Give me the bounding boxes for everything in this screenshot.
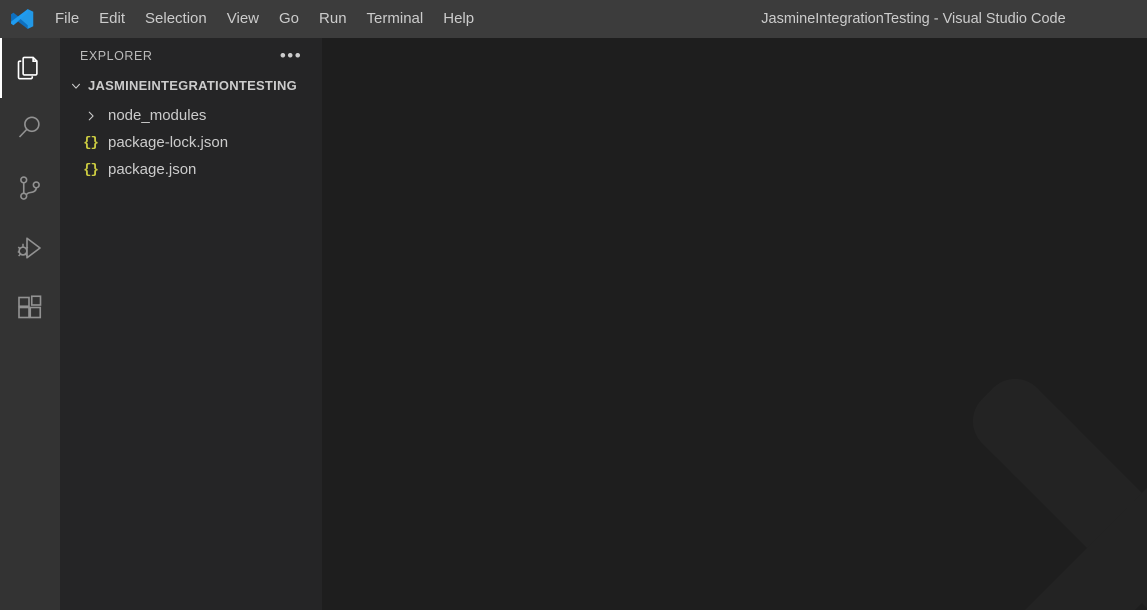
- tree-item-label: package-lock.json: [108, 134, 228, 151]
- explorer-folder-root[interactable]: JASMINEINTEGRATIONTESTING: [60, 74, 322, 97]
- menu-item-help[interactable]: Help: [433, 0, 484, 38]
- menu-item-run[interactable]: Run: [309, 0, 357, 38]
- activity-bar-item-run-and-debug[interactable]: [0, 218, 60, 278]
- explorer-title: EXPLORER: [80, 49, 152, 63]
- files-icon: [15, 53, 45, 83]
- menu-item-edit[interactable]: Edit: [89, 0, 135, 38]
- tree-item-label: package.json: [108, 161, 196, 178]
- menu-item-go[interactable]: Go: [269, 0, 309, 38]
- activity-bar: [0, 38, 60, 610]
- explorer-folder-root-label: JASMINEINTEGRATIONTESTING: [88, 78, 297, 93]
- file-tree: node_modules {} package-lock.json {} pac…: [60, 102, 322, 183]
- activity-bar-item-search[interactable]: [0, 98, 60, 158]
- explorer-header: EXPLORER •••: [60, 38, 322, 74]
- source-control-icon: [15, 173, 45, 203]
- extensions-icon: [15, 293, 45, 323]
- menu-item-file[interactable]: File: [45, 0, 89, 38]
- activity-bar-item-source-control[interactable]: [0, 158, 60, 218]
- menu-item-selection[interactable]: Selection: [135, 0, 217, 38]
- tree-item-package-json[interactable]: {} package.json: [60, 156, 322, 183]
- chevron-down-icon: [68, 78, 84, 94]
- title-bar-left: File Edit Selection View Go Run Terminal…: [0, 0, 484, 38]
- run-and-debug-icon: [15, 233, 45, 263]
- activity-bar-item-extensions[interactable]: [0, 278, 60, 338]
- menu-item-view[interactable]: View: [217, 0, 269, 38]
- json-file-icon: {}: [82, 161, 99, 178]
- tree-item-package-lock-json[interactable]: {} package-lock.json: [60, 129, 322, 156]
- vscode-window: File Edit Selection View Go Run Terminal…: [0, 0, 1147, 610]
- activity-bar-item-explorer[interactable]: [0, 38, 60, 98]
- search-icon: [15, 113, 45, 143]
- vscode-logo-icon: [9, 6, 35, 32]
- more-actions-button[interactable]: •••: [280, 45, 302, 67]
- chevron-right-icon: [82, 107, 99, 124]
- json-file-icon: {}: [82, 134, 99, 151]
- menu-bar: File Edit Selection View Go Run Terminal…: [45, 0, 484, 38]
- menu-item-terminal[interactable]: Terminal: [357, 0, 434, 38]
- title-bar: File Edit Selection View Go Run Terminal…: [0, 0, 1147, 38]
- explorer-sidebar: EXPLORER ••• JASMINEINTEGRATIONTESTING n…: [60, 38, 322, 610]
- tree-item-node-modules[interactable]: node_modules: [60, 102, 322, 129]
- tree-item-label: node_modules: [108, 107, 206, 124]
- editor-area[interactable]: [322, 38, 1147, 610]
- vscode-x-watermark-icon: [882, 288, 1147, 610]
